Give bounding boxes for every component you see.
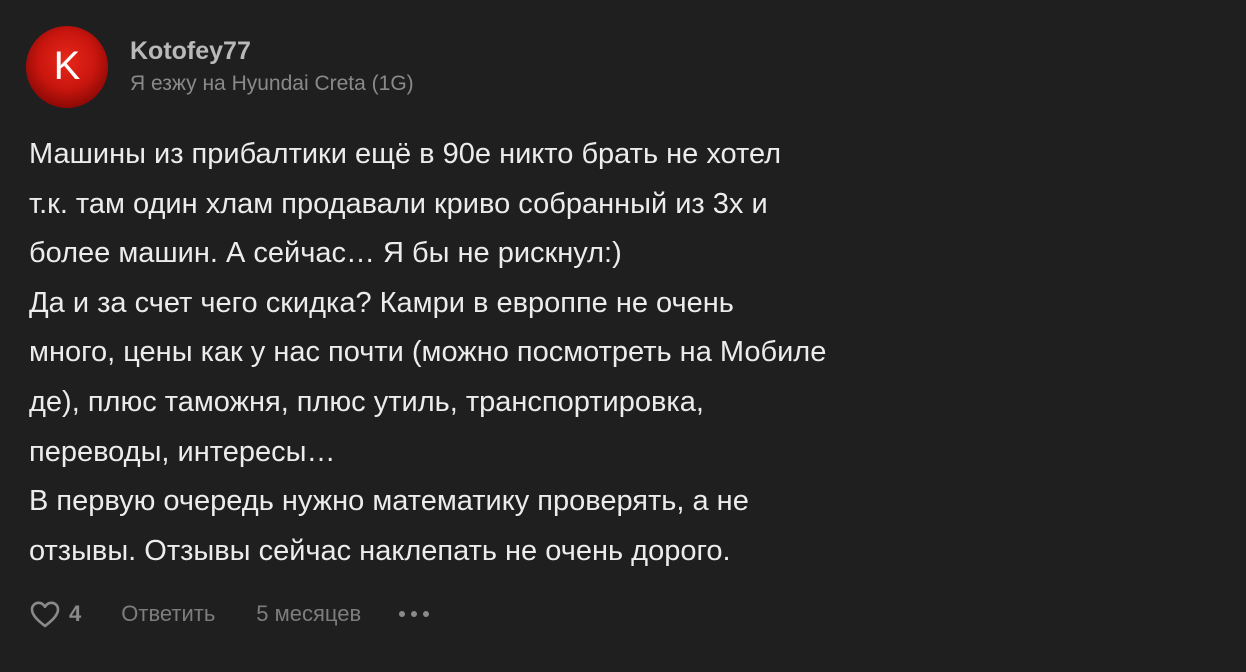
more-button[interactable]	[399, 607, 430, 621]
comment-text-line: много, цены как у нас почти (можно посмо…	[29, 336, 827, 369]
comment-text: Машины из прибалтики ещё в 90е никто бра…	[29, 130, 1029, 576]
author-car[interactable]: Я езжу на Hyundai Creta (1G)	[130, 70, 414, 98]
author-meta: Kotofey77 Я езжу на Hyundai Creta (1G)	[130, 36, 414, 98]
heart-icon	[30, 601, 60, 628]
like-count: 4	[69, 601, 82, 626]
comment-text-line: Машины из прибалтики ещё в 90е никто бра…	[29, 138, 782, 170]
avatar[interactable]: K	[26, 26, 108, 108]
comment: K Kotofey77 Я езжу на Hyundai Creta (1G)…	[0, 0, 1246, 672]
avatar-letter: K	[53, 44, 81, 88]
username[interactable]: Kotofey77	[130, 36, 414, 66]
comment-text-line: Да и за счет чего скидка? Камри в европп…	[29, 286, 734, 319]
comment-header: K Kotofey77 Я езжу на Hyundai Creta (1G)	[26, 26, 414, 108]
comment-text-line: более машин. А сейчас… Я бы не рискнул:)	[29, 237, 622, 270]
comment-text-line: т.к. там один хлам продавали криво собра…	[29, 187, 768, 220]
comment-text-line: переводы, интересы…	[29, 435, 336, 468]
like-button[interactable]: 4	[29, 600, 81, 628]
more-dots-icon	[423, 611, 430, 617]
comment-actions: 4 Ответить 5 месяцев	[29, 594, 430, 634]
timestamp: 5 месяцев	[256, 601, 362, 626]
comment-text-line: отзывы. Отзывы сейчас наклепать не очень…	[29, 534, 731, 567]
reply-button[interactable]: Ответить	[121, 601, 215, 627]
comment-text-line: В первую очередь нужно математику провер…	[29, 485, 749, 518]
more-dots-icon	[399, 611, 406, 617]
more-dots-icon	[411, 611, 418, 617]
comment-text-line: де), плюс таможня, плюс утиль, транспорт…	[29, 385, 704, 418]
